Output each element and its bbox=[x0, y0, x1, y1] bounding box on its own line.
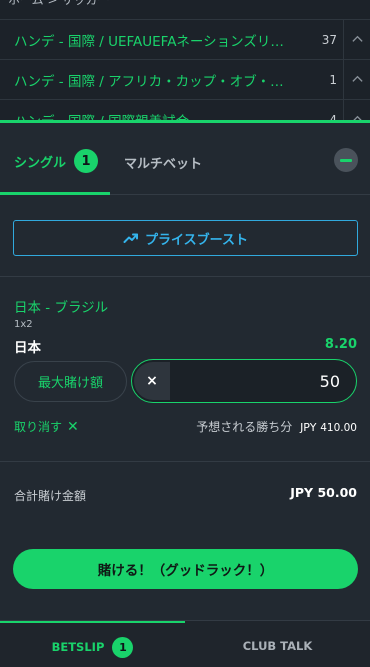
tab-single-label: シングル bbox=[14, 155, 67, 171]
club-talk-label: CLUB TALK bbox=[242, 639, 313, 653]
price-boost-button[interactable]: プライスブースト bbox=[13, 220, 358, 256]
payout-label: 予想される勝ち分 bbox=[196, 420, 293, 434]
odds-value: 8.20 bbox=[324, 337, 357, 352]
stake-input[interactable]: × 50 bbox=[131, 359, 357, 403]
chevron-up-icon[interactable] bbox=[343, 59, 370, 100]
event-list: ホーム > サッカー ハンデ - 国際 / UEFAUEFAネーションズリ… 3… bbox=[0, 0, 370, 125]
chevron-up-icon[interactable] bbox=[343, 19, 370, 60]
betslip-panel: シングル 1 マルチベット プライスブースト 日本 - ブラジル 1x2 日本 … bbox=[0, 120, 370, 667]
clear-stake-button[interactable]: × bbox=[134, 362, 170, 400]
remove-label: 取り消す bbox=[14, 420, 63, 434]
trending-up-icon bbox=[123, 233, 139, 243]
active-tab-indicator bbox=[0, 192, 110, 195]
place-bet-label: 賭ける！（グッドラック！） bbox=[97, 563, 274, 579]
tab-betslip[interactable]: BETSLIP 1 bbox=[0, 621, 185, 667]
total-stake-label: 合計賭け金額 bbox=[14, 489, 87, 503]
betslip-tab-label: BETSLIP bbox=[51, 640, 105, 654]
minus-icon bbox=[340, 158, 352, 162]
max-stake-button[interactable]: 最大賭け額 bbox=[14, 361, 127, 402]
bottom-nav: BETSLIP 1 CLUB TALK bbox=[0, 620, 370, 667]
betslip-tabs: シングル 1 マルチベット bbox=[0, 123, 370, 195]
close-icon: ✕ bbox=[67, 418, 79, 435]
list-item-count: 1 bbox=[329, 72, 337, 87]
list-item[interactable]: ハンデ - 国際 / アフリカ・カップ・オブ・… 1 bbox=[0, 59, 370, 100]
potential-payout: 予想される勝ち分 JPY 410.00 bbox=[196, 418, 357, 435]
tab-single[interactable]: シングル 1 bbox=[14, 149, 99, 173]
price-boost-label: プライスブースト bbox=[145, 232, 248, 248]
stake-value: 50 bbox=[319, 372, 340, 391]
payout-currency: JPY bbox=[300, 421, 317, 434]
list-item[interactable]: ハンデ - 国際 / UEFAUEFAネーションズリ… 37 bbox=[0, 19, 370, 60]
max-stake-label: 最大賭け額 bbox=[37, 376, 103, 391]
tab-multi[interactable]: マルチベット bbox=[124, 153, 202, 172]
tab-club-talk[interactable]: CLUB TALK bbox=[185, 621, 370, 667]
divider bbox=[0, 461, 370, 462]
breadcrumb[interactable]: ホーム > サッカー bbox=[8, 0, 109, 8]
total-stake-value: JPY 50.00 bbox=[290, 485, 357, 500]
place-bet-button[interactable]: 賭ける！（グッドラック！） bbox=[13, 549, 358, 589]
selection-name: 日本 bbox=[14, 340, 41, 356]
list-item-count: 37 bbox=[321, 32, 337, 47]
collapse-betslip-button[interactable] bbox=[334, 148, 358, 172]
selection-count-badge: 1 bbox=[74, 149, 99, 173]
betslip-count-badge: 1 bbox=[112, 636, 134, 658]
payout-amount: 410.00 bbox=[320, 422, 357, 434]
list-item-title: ハンデ - 国際 / UEFAUEFAネーションズリ… bbox=[14, 33, 284, 50]
market-name: 1x2 bbox=[14, 319, 33, 330]
divider bbox=[0, 276, 370, 277]
remove-selection-button[interactable]: 取り消す ✕ bbox=[14, 418, 79, 435]
match-title[interactable]: 日本 - ブラジル bbox=[14, 296, 108, 316]
list-item-title: ハンデ - 国際 / アフリカ・カップ・オブ・… bbox=[14, 73, 284, 90]
